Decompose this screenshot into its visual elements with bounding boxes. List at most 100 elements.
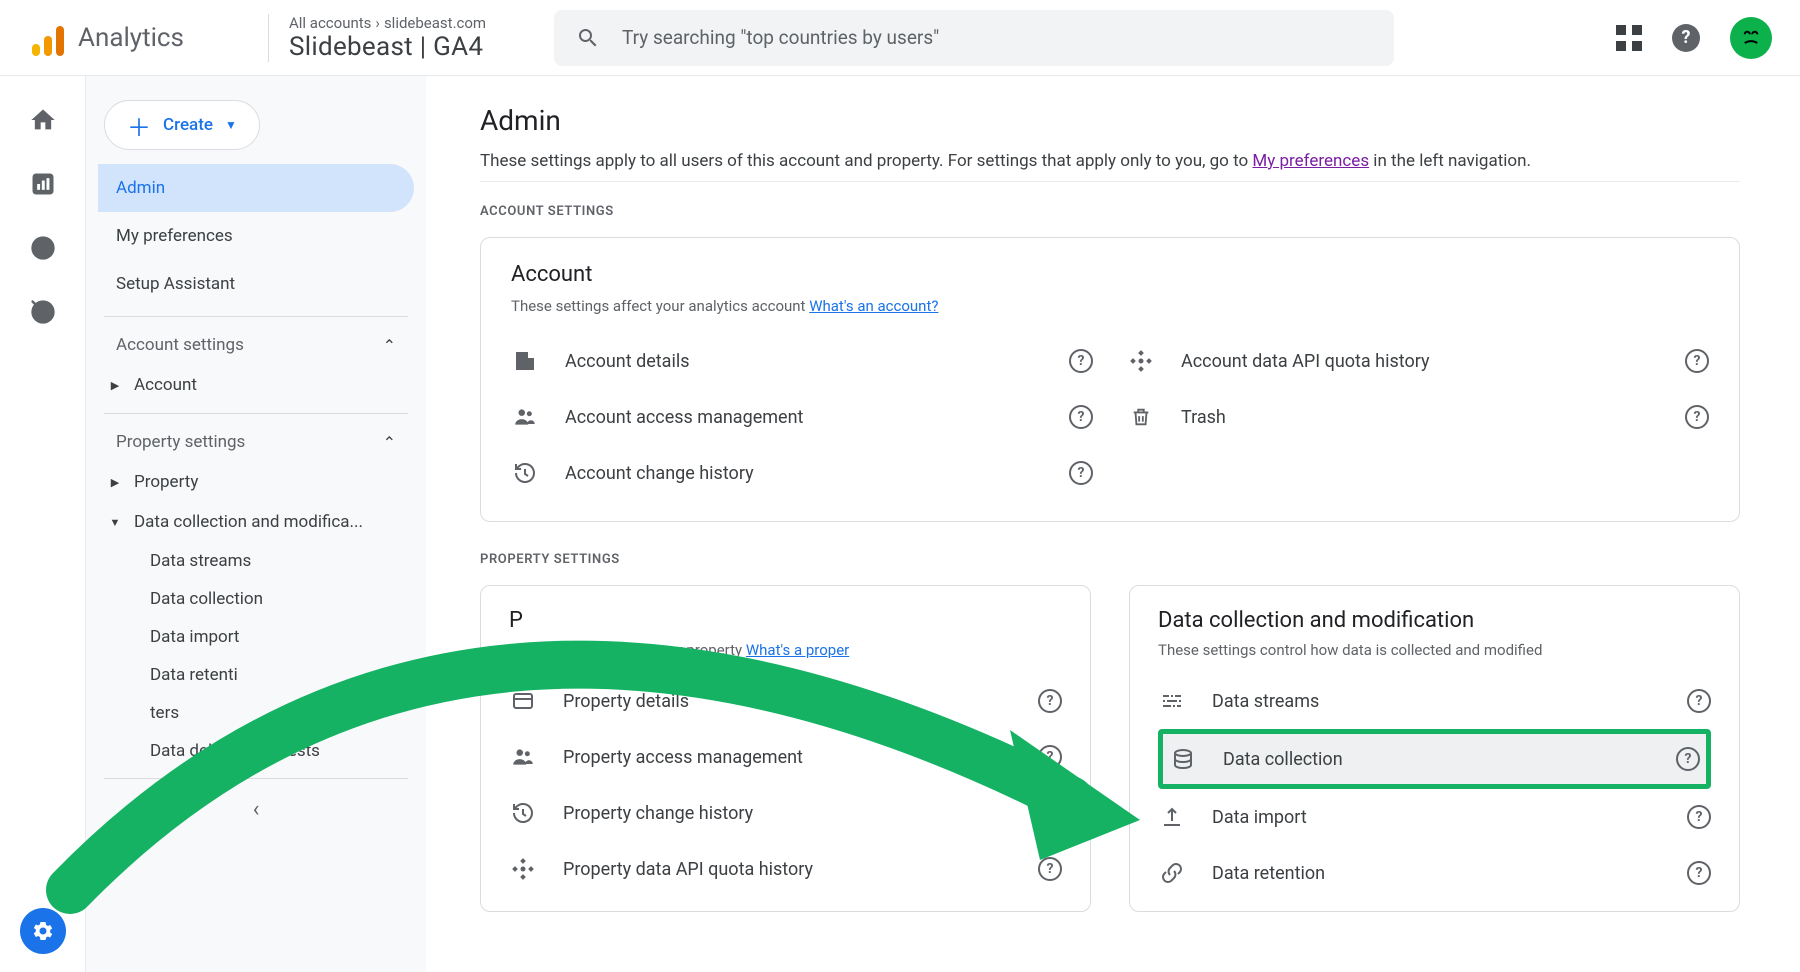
setting-account-details[interactable]: Account details ?	[511, 333, 1093, 389]
admin-sidebar: ＋ Create ▼ Admin My preferences Setup As…	[86, 76, 426, 972]
home-icon[interactable]	[29, 106, 57, 134]
avatar[interactable]	[1730, 17, 1772, 59]
triangle-down-icon: ▼	[108, 516, 122, 529]
data-collection-card-title: Data collection and modification	[1158, 608, 1711, 633]
advertising-icon[interactable]	[29, 298, 57, 326]
data-collection-card: Data collection and modification These s…	[1129, 585, 1740, 912]
sidebar-item-data-collection-mod[interactable]: ▼ Data collection and modifica...	[98, 502, 414, 542]
history-icon	[509, 799, 537, 827]
sidebar-item-data-deletion[interactable]: Data deletion requests	[98, 732, 414, 770]
triangle-right-icon: ▶	[108, 379, 122, 392]
main-content: Admin These settings apply to all users …	[426, 76, 1800, 972]
database-icon	[1169, 745, 1197, 773]
setting-data-retention[interactable]: Data retention ?	[1158, 845, 1711, 901]
analytics-logo-icon	[28, 20, 64, 56]
chevron-down-icon: ▼	[225, 118, 237, 132]
reports-icon[interactable]	[29, 170, 57, 198]
chevron-up-icon: ⌃	[383, 433, 396, 452]
help-icon[interactable]: ?	[1687, 861, 1711, 885]
trash-icon	[1127, 403, 1155, 431]
sidebar-account-settings-header[interactable]: Account settings ⌃	[98, 325, 414, 365]
setting-data-collection[interactable]: Data collection ?	[1158, 729, 1711, 789]
apps-launcher-icon[interactable]	[1616, 25, 1642, 51]
property-settings-label: Property settings	[116, 432, 245, 452]
setting-account-api-quota[interactable]: Account data API quota history ?	[1127, 333, 1709, 389]
setting-account-access[interactable]: Account access management ?	[511, 389, 1093, 445]
breadcrumb-domain: slidebeast.com	[384, 14, 486, 32]
sidebar-item-admin[interactable]: Admin	[98, 164, 414, 212]
nav-rail	[0, 76, 86, 972]
people-icon	[511, 403, 539, 431]
setting-data-import[interactable]: Data import ?	[1158, 789, 1711, 845]
search-input[interactable]	[622, 26, 1372, 49]
help-icon[interactable]: ?	[1038, 745, 1062, 769]
page-description: These settings apply to all users of thi…	[480, 151, 1740, 171]
help-icon[interactable]: ?	[1038, 857, 1062, 881]
help-icon[interactable]: ?	[1069, 349, 1093, 373]
account-card-sub: These settings affect your analytics acc…	[511, 297, 1709, 315]
help-icon[interactable]: ?	[1685, 349, 1709, 373]
sidebar-item-data-import[interactable]: Data import	[98, 618, 414, 656]
property-settings-label: PROPERTY SETTINGS	[480, 552, 1740, 567]
admin-fab[interactable]	[20, 908, 66, 954]
divider	[104, 778, 408, 779]
property-card: P These settings affect your property Wh…	[480, 585, 1091, 912]
sidebar-property-settings-header[interactable]: Property settings ⌃	[98, 422, 414, 462]
breadcrumb-top: All accounts › slidebeast.com	[289, 14, 528, 32]
plus-icon: ＋	[127, 108, 151, 143]
property-card-title: P	[509, 608, 1062, 633]
logo-area: Analytics	[28, 20, 268, 56]
search-bar[interactable]	[554, 10, 1394, 66]
setting-trash[interactable]: Trash ?	[1127, 389, 1709, 445]
setting-property-access[interactable]: Property access management ?	[509, 729, 1062, 785]
account-settings-label: Account settings	[116, 335, 244, 355]
data-collection-card-sub: These settings control how data is colle…	[1158, 641, 1711, 659]
header-actions: ?	[1616, 17, 1772, 59]
sidebar-item-property[interactable]: ▶ Property	[98, 462, 414, 502]
help-icon[interactable]: ?	[1685, 405, 1709, 429]
explore-icon[interactable]	[29, 234, 57, 262]
api-icon	[509, 855, 537, 883]
search-icon	[576, 26, 600, 50]
my-preferences-link[interactable]: My preferences	[1252, 151, 1369, 171]
sidebar-item-data-streams[interactable]: Data streams	[98, 542, 414, 580]
sidebar-item-account[interactable]: ▶ Account	[98, 365, 414, 405]
help-icon[interactable]: ?	[1069, 405, 1093, 429]
sidebar-collapse-icon[interactable]: ‹	[253, 797, 260, 822]
chevron-right-icon: ›	[375, 14, 380, 32]
account-label: Account	[134, 375, 197, 395]
divider	[104, 316, 408, 317]
setting-property-api-quota[interactable]: Property data API quota history ?	[509, 841, 1062, 897]
divider	[104, 413, 408, 414]
property-label: Property	[134, 472, 198, 492]
chevron-up-icon: ⌃	[383, 336, 396, 355]
setting-data-streams[interactable]: Data streams ?	[1158, 673, 1711, 729]
breadcrumb-accounts: All accounts	[289, 14, 371, 32]
sidebar-item-data-filters[interactable]: ters	[98, 694, 414, 732]
data-col-mod-label: Data collection and modifica...	[134, 512, 363, 532]
help-icon[interactable]: ?	[1038, 689, 1062, 713]
help-icon[interactable]: ?	[1069, 461, 1093, 485]
breadcrumb[interactable]: All accounts › slidebeast.com Slidebeast…	[268, 14, 548, 62]
gear-icon	[31, 919, 55, 943]
help-icon[interactable]: ?	[1676, 747, 1700, 771]
setting-property-details[interactable]: Property details ?	[509, 673, 1062, 729]
link-icon	[1158, 859, 1186, 887]
sidebar-item-data-collection[interactable]: Data collection	[98, 580, 414, 618]
building-icon	[511, 347, 539, 375]
help-icon[interactable]: ?	[1687, 689, 1711, 713]
whats-an-account-link[interactable]: What's an account?	[809, 297, 938, 315]
whats-a-property-link[interactable]: What's a proper	[746, 641, 849, 659]
setting-property-history[interactable]: Property change history ?	[509, 785, 1062, 841]
page-title: Admin	[480, 104, 1740, 137]
sidebar-item-data-retention[interactable]: Data retenti	[98, 656, 414, 694]
help-icon[interactable]: ?	[1672, 24, 1700, 52]
help-icon[interactable]: ?	[1687, 805, 1711, 829]
help-icon[interactable]: ?	[1038, 801, 1062, 825]
sidebar-item-setup-assistant[interactable]: Setup Assistant	[98, 260, 414, 308]
setting-account-history[interactable]: Account change history ?	[511, 445, 1093, 501]
history-icon	[511, 459, 539, 487]
divider	[480, 181, 1740, 182]
sidebar-item-my-preferences[interactable]: My preferences	[98, 212, 414, 260]
create-button[interactable]: ＋ Create ▼	[104, 100, 260, 150]
